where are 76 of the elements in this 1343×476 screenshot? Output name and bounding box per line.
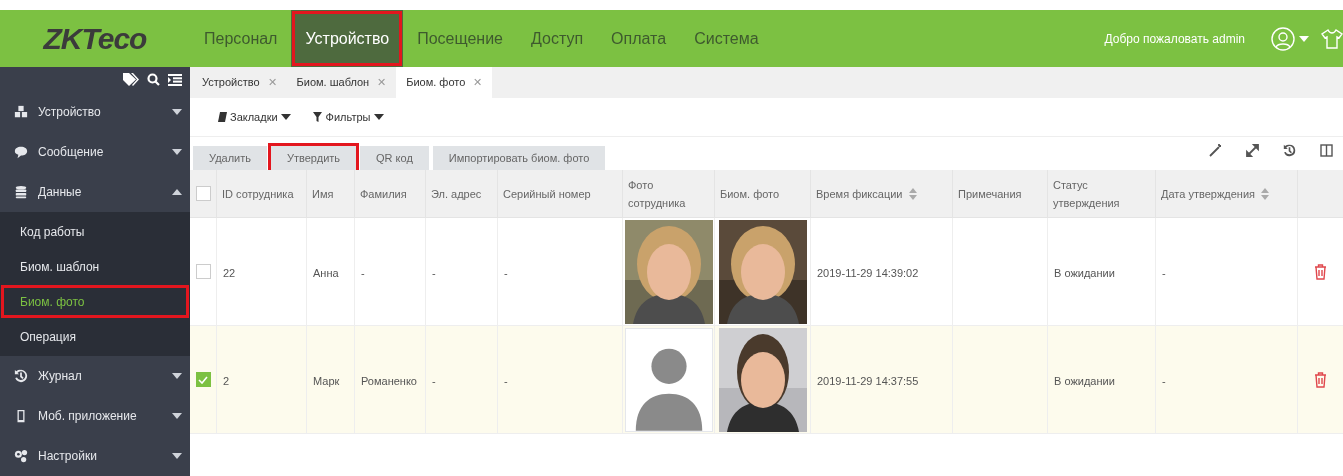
bookmarks-menu[interactable]: Закладки bbox=[218, 108, 291, 126]
table-cell: - bbox=[432, 266, 436, 279]
table-cell: Романенко bbox=[361, 374, 417, 387]
filters-menu[interactable]: Фильтры bbox=[312, 108, 385, 126]
row-checkbox[interactable] bbox=[195, 372, 211, 387]
filter-icon bbox=[312, 112, 322, 122]
table-row[interactable]: 22 Анна - - - 2019-11-29 14:39:02 В ожидании - bbox=[190, 218, 1343, 326]
nav-tab[interactable]: Система bbox=[680, 10, 773, 67]
nav-tab[interactable]: Устройство bbox=[291, 10, 404, 67]
search-icon[interactable] bbox=[147, 73, 160, 86]
sidebar-item[interactable]: Устройство bbox=[0, 92, 190, 132]
action-button[interactable]: QR код bbox=[360, 146, 429, 170]
sidebar-item[interactable]: Сообщение bbox=[0, 132, 190, 172]
nav-tab[interactable]: Оплата bbox=[597, 10, 681, 67]
caret-icon bbox=[172, 189, 182, 195]
user-icon[interactable] bbox=[1271, 26, 1295, 51]
nav-tab[interactable]: Персонал bbox=[190, 10, 292, 67]
sidebar-subitem[interactable]: Операция bbox=[0, 319, 190, 354]
table-cell: - bbox=[1162, 374, 1166, 387]
caret-icon bbox=[172, 149, 182, 155]
sidebar-item[interactable]: Настройки bbox=[0, 436, 190, 476]
caret-icon bbox=[172, 109, 182, 115]
database-icon bbox=[14, 185, 28, 199]
table-cell: 2019-11-29 14:39:02 bbox=[817, 266, 919, 279]
caret-icon bbox=[280, 114, 291, 120]
table-cell: - bbox=[504, 266, 508, 279]
table-cell: - bbox=[361, 266, 365, 279]
sidebar-subitem[interactable]: Биом. фото bbox=[0, 284, 190, 319]
gears-icon bbox=[14, 449, 28, 463]
sidebar-item[interactable]: Данные bbox=[0, 172, 190, 212]
sidebar-item[interactable]: Журнал bbox=[0, 356, 190, 396]
page-tab[interactable]: Устройство ✕ bbox=[192, 67, 287, 98]
expand-icon[interactable] bbox=[1246, 144, 1259, 157]
nav-tab[interactable]: Посещение bbox=[403, 10, 517, 67]
trash-icon[interactable] bbox=[1314, 371, 1327, 388]
cubes-icon bbox=[14, 105, 28, 119]
history-icon bbox=[14, 369, 28, 383]
tags-icon[interactable] bbox=[123, 73, 139, 86]
welcome-text: Добро пожаловать admin bbox=[1104, 30, 1245, 48]
book-icon bbox=[218, 112, 227, 122]
sidebar-subitem[interactable]: Код работы bbox=[0, 214, 190, 249]
table-row[interactable]: 2 Марк Романенко - - 2019-11-29 14:37:55 В ожидании - bbox=[190, 326, 1343, 434]
shirt-icon[interactable] bbox=[1321, 28, 1343, 49]
nav-tab[interactable]: Доступ bbox=[517, 10, 598, 67]
table-cell: Анна bbox=[313, 266, 339, 279]
row-checkbox[interactable] bbox=[195, 264, 211, 279]
action-button[interactable]: Импортировать биом. фото bbox=[432, 146, 606, 170]
page-tab[interactable]: Биом. фото ✕ bbox=[396, 67, 493, 98]
table-cell: 2019-11-29 14:37:55 bbox=[817, 374, 919, 387]
table-cell: - bbox=[432, 374, 436, 387]
sidebar-subitem[interactable]: Биом. шаблон bbox=[0, 249, 190, 284]
table-cell: - bbox=[504, 374, 508, 387]
table-cell: В ожидании bbox=[1054, 374, 1115, 387]
list-icon[interactable] bbox=[168, 73, 182, 86]
caret-icon bbox=[374, 114, 385, 120]
check-icon bbox=[198, 375, 208, 384]
action-button[interactable]: Удалить bbox=[193, 146, 267, 170]
logo: ZKTeco bbox=[43, 21, 147, 57]
sidebar-item[interactable]: Моб. приложение bbox=[0, 396, 190, 436]
table-cell: Марк bbox=[313, 374, 340, 387]
trash-icon[interactable] bbox=[1314, 263, 1327, 280]
caret-icon bbox=[1299, 35, 1309, 42]
table-cell: 22 bbox=[223, 266, 236, 279]
history-icon[interactable] bbox=[1283, 144, 1296, 157]
action-button[interactable]: Утвердить bbox=[271, 146, 357, 170]
magic-wand-icon[interactable] bbox=[1209, 144, 1222, 157]
select-all-checkbox[interactable] bbox=[195, 186, 211, 201]
chat-icon bbox=[14, 145, 28, 159]
columns-icon[interactable] bbox=[1320, 144, 1333, 157]
table-cell: 2 bbox=[223, 374, 230, 387]
page-tab[interactable]: Биом. шаблон ✕ bbox=[286, 67, 397, 98]
caret-icon bbox=[172, 413, 182, 419]
table-cell: - bbox=[1162, 266, 1166, 279]
table-cell: В ожидании bbox=[1054, 266, 1115, 279]
caret-icon bbox=[172, 373, 182, 379]
caret-icon bbox=[172, 453, 182, 459]
